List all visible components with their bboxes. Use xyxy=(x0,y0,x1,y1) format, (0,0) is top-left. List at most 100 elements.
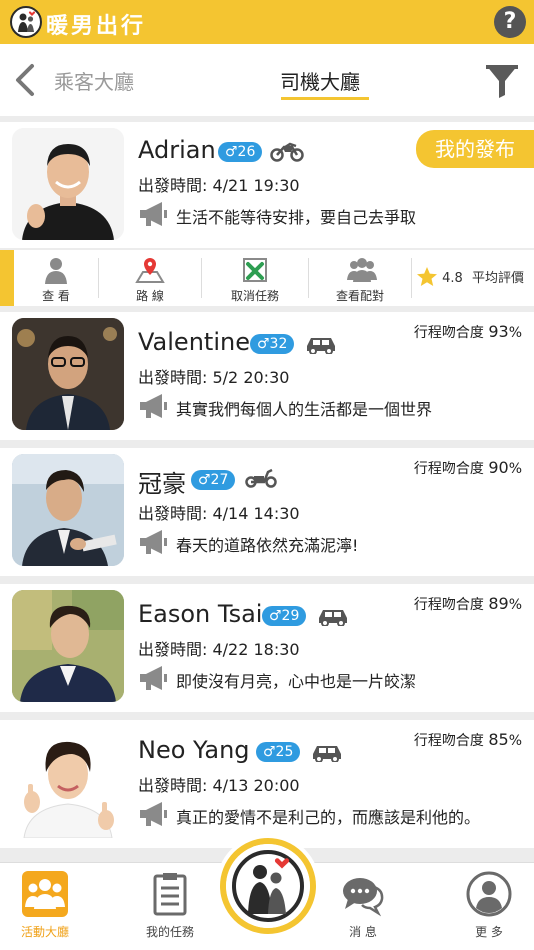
divider xyxy=(411,258,412,298)
match-rate: 行程吻合度 93% xyxy=(414,322,522,342)
status-message: 其實我們每個人的生活都是一個世界 xyxy=(176,400,433,419)
match-rate-value: 89 xyxy=(488,594,509,613)
route-button[interactable]: 路 線 xyxy=(99,250,201,306)
gender-age-badge: ♂27 xyxy=(191,470,236,490)
match-rate-unit: % xyxy=(508,461,522,477)
depart-time: 出發時間: 4/22 18:30 xyxy=(138,640,300,659)
match-rate-label: 行程吻合度 xyxy=(413,733,484,749)
driver-name: Eason Tsai xyxy=(138,600,263,628)
profile-icon xyxy=(466,871,512,917)
megaphone-icon xyxy=(138,528,168,556)
driver-card[interactable]: 冠豪 ♂27 行程吻合度 90% 出發時間: 4/14 14:30 春天的道路依… xyxy=(0,448,534,576)
chat-icon xyxy=(340,871,386,917)
status-message: 春天的道路依然充滿泥濘! xyxy=(176,536,359,555)
my-post-actions: 查 看 路 線 取消任務 查看配對 4.8 平均評價 xyxy=(0,250,534,306)
nav-messages[interactable]: 消 息 xyxy=(318,871,408,940)
depart-time: 出發時間: 5/2 20:30 xyxy=(138,368,290,387)
nav-activity-hall[interactable]: 活動大廳 xyxy=(0,871,90,940)
accent-bar xyxy=(0,250,14,306)
gender-age-badge: ♂29 xyxy=(262,606,307,626)
cancel-task-icon xyxy=(240,256,270,284)
avatar xyxy=(12,590,124,702)
map-pin-icon xyxy=(135,256,165,284)
status-message: 生活不能等待安排，要自己去爭取 xyxy=(176,208,417,227)
help-button[interactable]: ? xyxy=(494,6,526,38)
hall-tabs: 乘客大廳 司機大廳 xyxy=(0,44,534,116)
nav-label: 我的任務 xyxy=(145,925,194,939)
avatar xyxy=(12,726,124,838)
megaphone-icon xyxy=(138,200,168,228)
match-rate-unit: % xyxy=(508,325,522,341)
nav-label: 更 多 xyxy=(475,925,503,939)
cancel-task-button[interactable]: 取消任務 xyxy=(202,250,308,306)
match-rate: 行程吻合度 89% xyxy=(414,594,522,614)
match-rate-value: 90 xyxy=(488,458,509,477)
avatar xyxy=(12,128,124,240)
view-label: 查 看 xyxy=(42,289,70,303)
match-rate: 行程吻合度 85% xyxy=(414,730,522,750)
average-rating: 4.8 平均評價 xyxy=(416,266,524,287)
megaphone-icon xyxy=(138,800,168,828)
car-icon xyxy=(304,334,338,355)
my-post-card[interactable]: Adrian ♂26 我的發布 出發時間: 4/21 19:30 生活不能等待安… xyxy=(0,122,534,248)
app-header: 暖男出行 ? xyxy=(0,0,534,44)
match-rate-label: 行程吻合度 xyxy=(413,597,484,613)
cancel-task-label: 取消任務 xyxy=(230,289,279,303)
car-icon xyxy=(316,606,350,627)
star-icon xyxy=(417,267,437,286)
group-icon xyxy=(345,256,377,284)
driver-card[interactable]: Valentine ♂32 行程吻合度 93% 出發時間: 5/2 20:30 … xyxy=(0,312,534,440)
match-rate-unit: % xyxy=(508,733,522,749)
motorcycle-icon xyxy=(270,140,304,162)
megaphone-icon xyxy=(138,664,168,692)
active-tab-indicator xyxy=(281,97,369,100)
back-icon[interactable] xyxy=(10,62,40,98)
app-title: 暖男出行 xyxy=(46,14,147,39)
route-label: 路 線 xyxy=(136,289,164,303)
gender-age-badge: ♂32 xyxy=(250,334,295,354)
people-icon xyxy=(22,871,68,917)
avatar xyxy=(12,318,124,430)
gender-age-badge: ♂25 xyxy=(256,742,301,762)
driver-name: Valentine xyxy=(138,328,250,356)
status-message: 即使沒有月亮，心中也是一片皎潔 xyxy=(176,672,417,691)
nav-label: 活動大廳 xyxy=(20,925,69,939)
nav-more[interactable]: 更 多 xyxy=(444,871,534,940)
car-icon xyxy=(310,742,344,763)
my-post-tag: 我的發布 xyxy=(416,130,534,168)
megaphone-icon xyxy=(138,392,168,420)
nav-label: 消 息 xyxy=(349,925,377,939)
gender-age-badge: ♂26 xyxy=(218,142,263,162)
app-logo-icon xyxy=(10,6,42,38)
couple-icon xyxy=(226,844,310,928)
match-rate-value: 85 xyxy=(488,730,509,749)
driver-name: 冠豪 xyxy=(138,470,186,498)
scooter-icon xyxy=(244,466,278,488)
person-icon xyxy=(41,256,71,284)
match-rate: 行程吻合度 90% xyxy=(414,458,522,478)
match-rate-unit: % xyxy=(508,597,522,613)
driver-card[interactable]: Neo Yang ♂25 行程吻合度 85% 出發時間: 4/13 20:00 … xyxy=(0,720,534,848)
depart-time: 出發時間: 4/13 20:00 xyxy=(138,776,300,795)
rating-value: 4.8 xyxy=(442,271,463,286)
match-rate-label: 行程吻合度 xyxy=(413,461,484,477)
driver-name: Neo Yang xyxy=(138,736,250,764)
match-rate-label: 行程吻合度 xyxy=(413,325,484,341)
view-match-button[interactable]: 查看配對 xyxy=(309,250,411,306)
status-message: 真正的愛情不是利己的，而應該是利他的。 xyxy=(176,808,481,827)
depart-time: 出發時間: 4/14 14:30 xyxy=(138,504,300,523)
filter-icon[interactable] xyxy=(484,62,520,100)
clipboard-icon xyxy=(147,871,193,917)
view-match-label: 查看配對 xyxy=(335,289,384,303)
view-button[interactable]: 查 看 xyxy=(14,250,98,306)
avatar xyxy=(12,454,124,566)
nav-my-tasks[interactable]: 我的任務 xyxy=(125,871,215,940)
match-rate-value: 93 xyxy=(488,322,509,341)
driver-name: Adrian xyxy=(138,136,216,164)
tab-passenger-hall[interactable]: 乘客大廳 xyxy=(54,66,134,95)
depart-time: 出發時間: 4/21 19:30 xyxy=(138,176,300,195)
center-action-button[interactable] xyxy=(220,838,316,934)
tab-driver-hall[interactable]: 司機大廳 xyxy=(280,66,360,95)
rating-label: 平均評價 xyxy=(471,271,524,286)
driver-card[interactable]: Eason Tsai ♂29 行程吻合度 89% 出發時間: 4/22 18:3… xyxy=(0,584,534,712)
